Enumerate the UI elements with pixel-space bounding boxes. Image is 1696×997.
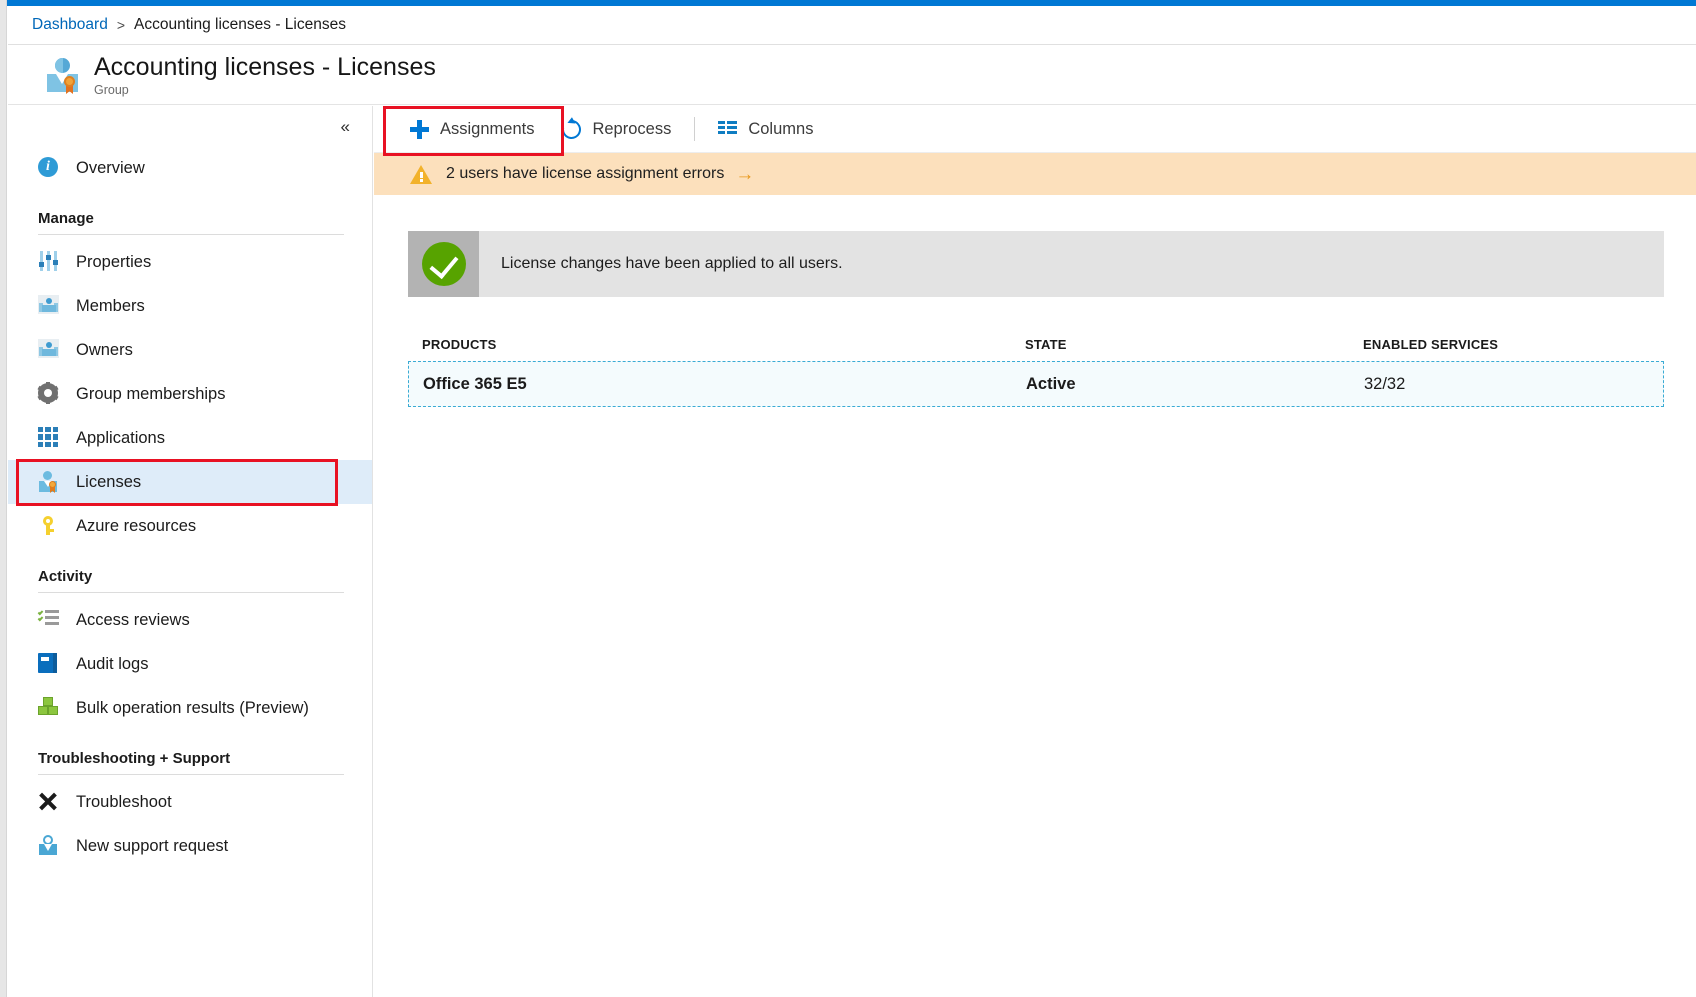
sidebar-item-properties[interactable]: Properties <box>8 240 372 284</box>
sidebar-section-title: Troubleshooting + Support <box>38 750 231 767</box>
collapse-sidebar-icon[interactable]: « <box>337 115 354 138</box>
green-check-icon <box>408 231 479 297</box>
sidebar-item-troubleshoot[interactable]: Troubleshoot <box>8 780 372 824</box>
license-badge-icon <box>38 471 60 493</box>
breadcrumb-current: Accounting licenses - Licenses <box>134 16 346 33</box>
sidebar-item-label: Audit logs <box>76 654 149 673</box>
section-divider <box>38 592 344 593</box>
column-header-products: PRODUCTS <box>422 336 497 352</box>
columns-icon <box>718 120 738 139</box>
sidebar-item-label: Members <box>76 296 145 315</box>
warning-banner-text: 2 users have license assignment errors <box>446 165 725 182</box>
plus-icon <box>410 119 429 139</box>
assignments-label: Assignments <box>440 119 535 138</box>
sidebar-item-new-support-request[interactable]: New support request <box>8 824 372 868</box>
group-badge-icon <box>44 56 82 94</box>
key-icon <box>38 515 60 537</box>
command-toolbar: Assignments Reprocess Columns <box>374 106 1696 156</box>
people-icon <box>38 295 60 317</box>
sidebar-item-label: Properties <box>76 252 152 271</box>
sidebar-item-label: Access reviews <box>76 610 190 629</box>
sidebar-section-activity: Activity <box>8 568 372 593</box>
wrench-screwdriver-icon <box>38 791 60 813</box>
breadcrumb-separator: > <box>116 17 126 33</box>
sidebar-item-label: Azure resources <box>76 516 197 535</box>
sidebar-section-title: Manage <box>38 210 94 227</box>
book-icon <box>38 653 60 675</box>
sidebar-section-title: Activity <box>38 568 93 585</box>
licenses-table: PRODUCTS STATE ENABLED SERVICES Office 3… <box>374 327 1696 407</box>
sidebar-item-label: New support request <box>76 836 229 855</box>
boxes-icon <box>38 697 60 719</box>
section-divider <box>38 774 344 775</box>
info-icon: i <box>38 157 60 179</box>
page-title: Accounting licenses - Licenses <box>94 52 436 81</box>
cell-product: Office 365 E5 <box>423 374 527 393</box>
sidebar-item-label: Owners <box>76 340 133 359</box>
people-icon <box>38 339 60 361</box>
left-gutter <box>0 0 7 997</box>
sidebar-item-label: Applications <box>76 428 165 447</box>
section-divider <box>38 234 344 235</box>
page-header: Accounting licenses - Licenses Group <box>8 46 1696 105</box>
columns-label: Columns <box>748 119 814 138</box>
sidebar-item-bulk-operation-results[interactable]: Bulk operation results (Preview) <box>8 686 372 730</box>
sidebar-item-label: Group memberships <box>76 384 226 403</box>
table-row[interactable]: Office 365 E5 Active 32/32 <box>408 361 1664 407</box>
main-content: Assignments Reprocess Columns 2 users ha… <box>374 106 1696 997</box>
support-person-icon <box>38 835 60 857</box>
sidebar-item-licenses[interactable]: Licenses <box>8 460 372 504</box>
cell-state: Active <box>1026 374 1076 393</box>
sidebar-item-owners[interactable]: Owners <box>8 328 372 372</box>
license-error-banner[interactable]: 2 users have license assignment errors → <box>374 153 1696 195</box>
warning-triangle-icon <box>410 164 432 184</box>
sidebar-item-access-reviews[interactable]: Access reviews <box>8 598 372 642</box>
column-header-state: STATE <box>1025 336 1067 352</box>
grid-apps-icon <box>38 427 60 449</box>
sidebar-item-label: Licenses <box>76 472 142 491</box>
azure-portal-screen: Dashboard > Accounting licenses - Licens… <box>0 0 1696 997</box>
reprocess-label: Reprocess <box>592 119 672 138</box>
sidebar-item-label: Overview <box>76 158 145 177</box>
page-subtitle: Group <box>94 82 129 97</box>
sidebar-item-overview[interactable]: i Overview <box>8 146 372 190</box>
checklist-icon <box>37 609 60 631</box>
toolbar-divider <box>694 117 696 141</box>
sidebar-item-label: Troubleshoot <box>76 792 172 811</box>
success-status-panel: License changes have been applied to all… <box>408 231 1664 297</box>
breadcrumb: Dashboard > Accounting licenses - Licens… <box>8 6 1696 45</box>
sidebar-section-manage: Manage <box>8 210 372 235</box>
sidebar-section-troubleshooting: Troubleshooting + Support <box>8 750 372 775</box>
arrow-right-icon: → <box>735 163 755 185</box>
sidebar-item-audit-logs[interactable]: Audit logs <box>8 642 372 686</box>
reprocess-toolbar-button[interactable]: Reprocess <box>548 106 685 153</box>
sidebar-item-applications[interactable]: Applications <box>8 416 372 460</box>
sliders-icon <box>38 251 60 273</box>
table-header-row: PRODUCTS STATE ENABLED SERVICES <box>374 327 1696 361</box>
assignments-toolbar-button[interactable]: Assignments <box>396 106 548 153</box>
refresh-icon <box>558 115 586 143</box>
sidebar-item-azure-resources[interactable]: Azure resources <box>8 504 372 548</box>
sidebar-item-label: Bulk operation results (Preview) <box>76 698 309 717</box>
breadcrumb-dashboard-link[interactable]: Dashboard <box>32 16 108 34</box>
sidebar-item-members[interactable]: Members <box>8 284 372 328</box>
success-status-text: License changes have been applied to all… <box>501 255 843 272</box>
gear-icon <box>37 382 60 405</box>
columns-toolbar-button[interactable]: Columns <box>704 106 827 153</box>
sidebar-item-group-memberships[interactable]: Group memberships <box>8 372 372 416</box>
sidebar-navigation: « i Overview Manage Properties Members O… <box>8 106 373 997</box>
column-header-enabled-services: ENABLED SERVICES <box>1363 336 1499 352</box>
cell-enabled-services: 32/32 <box>1364 374 1406 393</box>
